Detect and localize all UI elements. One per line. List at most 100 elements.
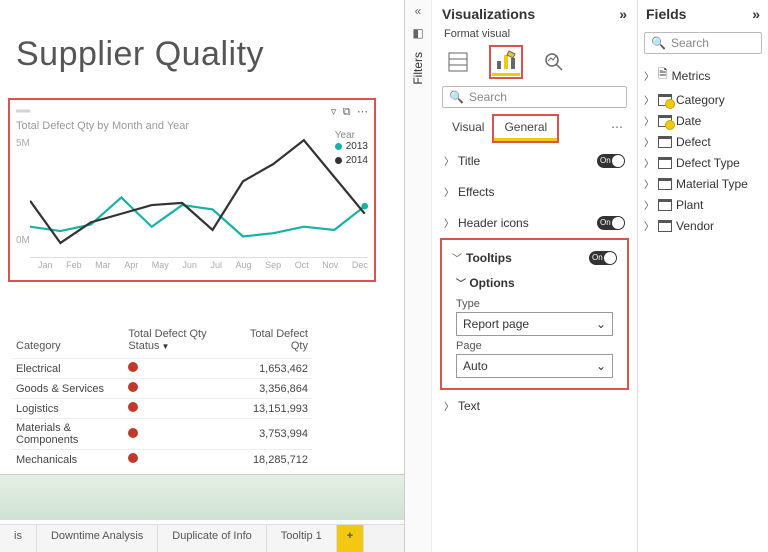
report-canvas: Supplier Quality ══ ▿ ⧉ ⋯ Total Defect Q… xyxy=(0,0,404,552)
table-icon xyxy=(658,136,672,148)
drag-handle-icon[interactable]: ══ xyxy=(16,106,30,117)
field-defect[interactable]: 〉Defect xyxy=(638,131,768,152)
chevron-right-icon: 〉 xyxy=(644,134,654,149)
x-tick: Jun xyxy=(182,260,197,270)
chevron-right-icon: 〉 xyxy=(444,153,454,168)
table-icon xyxy=(658,157,672,169)
tooltips-section-highlight: ﹀Tooltips On ﹀ Options Type Report page⌄… xyxy=(440,238,629,390)
header-toggle[interactable]: On xyxy=(597,216,625,230)
x-tick: Dec xyxy=(352,260,368,270)
map-visual[interactable] xyxy=(0,474,404,520)
fields-search[interactable]: 🔍 Search xyxy=(644,32,762,54)
x-tick: Sep xyxy=(265,260,281,270)
field-category[interactable]: 〉Category xyxy=(638,89,768,110)
tab-general[interactable]: General xyxy=(494,116,557,141)
focus-icon[interactable]: ⧉ xyxy=(343,106,351,118)
format-visual-icon[interactable] xyxy=(492,48,520,76)
section-title[interactable]: 〉Title On xyxy=(432,145,637,176)
more-icon[interactable]: ⋯ xyxy=(357,106,368,118)
chevron-right-icon: 〉 xyxy=(644,155,654,170)
chevron-right-icon: 〉 xyxy=(644,68,654,83)
x-tick: Jan xyxy=(38,260,53,270)
table-row: Mechanicals18,285,712 xyxy=(12,450,312,470)
field-date[interactable]: 〉Date xyxy=(638,110,768,131)
chart-title: Total Defect Qty by Month and Year xyxy=(16,120,368,132)
filter-icon[interactable]: ▿ xyxy=(331,106,337,118)
chevron-down-icon: ﹀ xyxy=(452,250,462,265)
fields-pane-title: Fields xyxy=(646,6,686,22)
tab-more-icon[interactable]: ⋯ xyxy=(607,116,627,141)
col-qty[interactable]: Total Defect Qty xyxy=(232,326,312,359)
x-tick: Aug xyxy=(236,260,252,270)
table-checked-icon xyxy=(658,94,672,106)
chevron-right-icon: 〉 xyxy=(444,184,454,199)
table-icon xyxy=(658,199,672,211)
col-category[interactable]: Category xyxy=(12,326,124,359)
status-dot xyxy=(128,428,138,438)
search-placeholder: Search xyxy=(671,36,709,50)
filters-label: Filters xyxy=(411,52,425,85)
field-defect-type[interactable]: 〉Defect Type xyxy=(638,152,768,173)
search-icon: 🔍 xyxy=(651,36,666,50)
tooltips-toggle[interactable]: On xyxy=(589,251,617,265)
section-effects[interactable]: 〉Effects xyxy=(432,176,637,207)
field-plant[interactable]: 〉Plant xyxy=(638,194,768,215)
table-checked-icon xyxy=(658,115,672,127)
chevron-right-icon: 〉 xyxy=(444,398,454,413)
status-dot xyxy=(128,453,138,463)
chevron-right-icon: 〉 xyxy=(444,215,454,230)
x-tick: Apr xyxy=(124,260,138,270)
section-text[interactable]: 〉Text xyxy=(432,390,637,421)
collapse-fields-icon[interactable]: » xyxy=(752,6,760,22)
field-vendor[interactable]: 〉Vendor xyxy=(638,215,768,236)
chevron-down-icon: ⌄ xyxy=(596,359,606,373)
collapse-viz-icon[interactable]: » xyxy=(619,6,627,22)
chevron-down-icon: ﹀ xyxy=(456,279,466,290)
section-options[interactable]: ﹀ Options xyxy=(448,271,621,294)
filters-pane-collapsed[interactable]: « ◧ Filters xyxy=(404,0,432,552)
page-tabs: is Downtime Analysis Duplicate of Info T… xyxy=(0,524,404,552)
section-header-icons[interactable]: 〉Header icons On xyxy=(432,207,637,238)
x-tick: Nov xyxy=(322,260,338,270)
field-metrics[interactable]: 〉🗎Metrics xyxy=(638,62,768,89)
x-tick: May xyxy=(152,260,169,270)
table-icon xyxy=(658,178,672,190)
y-tick: 5M xyxy=(16,138,30,149)
field-material-type[interactable]: 〉Material Type xyxy=(638,173,768,194)
analytics-icon[interactable] xyxy=(540,48,568,76)
sort-desc-icon: ▼ xyxy=(162,342,170,351)
defect-chart-visual[interactable]: ══ ▿ ⧉ ⋯ Total Defect Qty by Month and Y… xyxy=(8,98,376,282)
type-select[interactable]: Report page⌄ xyxy=(456,312,613,336)
expand-filters-icon[interactable]: « xyxy=(405,0,431,22)
measure-icon: 🗎 xyxy=(658,65,668,86)
title-toggle[interactable]: On xyxy=(597,154,625,168)
chevron-right-icon: 〉 xyxy=(644,92,654,107)
x-tick: Mar xyxy=(95,260,111,270)
page-select[interactable]: Auto⌄ xyxy=(456,354,613,378)
build-visual-icon[interactable] xyxy=(444,48,472,76)
section-tooltips[interactable]: ﹀Tooltips On xyxy=(448,244,621,271)
category-table[interactable]: Category Total Defect Qty Status▼ Total … xyxy=(12,326,312,469)
add-page-button[interactable]: + xyxy=(337,525,364,552)
tab-visual[interactable]: Visual xyxy=(442,116,494,141)
col-status[interactable]: Total Defect Qty Status▼ xyxy=(124,326,232,359)
status-dot xyxy=(128,402,138,412)
chevron-right-icon: 〉 xyxy=(644,197,654,212)
plot-area xyxy=(30,138,368,258)
table-row: Materials & Components3,753,994 xyxy=(12,419,312,450)
tab-duplicate[interactable]: Duplicate of Info xyxy=(158,525,267,552)
search-placeholder: Search xyxy=(469,90,507,104)
page-title: Supplier Quality xyxy=(0,0,404,74)
format-search[interactable]: 🔍 Search xyxy=(442,86,627,108)
x-tick: Jul xyxy=(210,260,222,270)
chevron-right-icon: 〉 xyxy=(644,113,654,128)
status-dot xyxy=(128,382,138,392)
table-icon xyxy=(658,220,672,232)
table-row: Logistics13,151,993 xyxy=(12,399,312,419)
tab-partial[interactable]: is xyxy=(0,525,37,552)
chevron-down-icon: ⌄ xyxy=(596,317,606,331)
x-tick: Feb xyxy=(66,260,82,270)
tab-tooltip1[interactable]: Tooltip 1 xyxy=(267,525,337,552)
tab-downtime[interactable]: Downtime Analysis xyxy=(37,525,158,552)
type-label: Type xyxy=(448,294,621,312)
